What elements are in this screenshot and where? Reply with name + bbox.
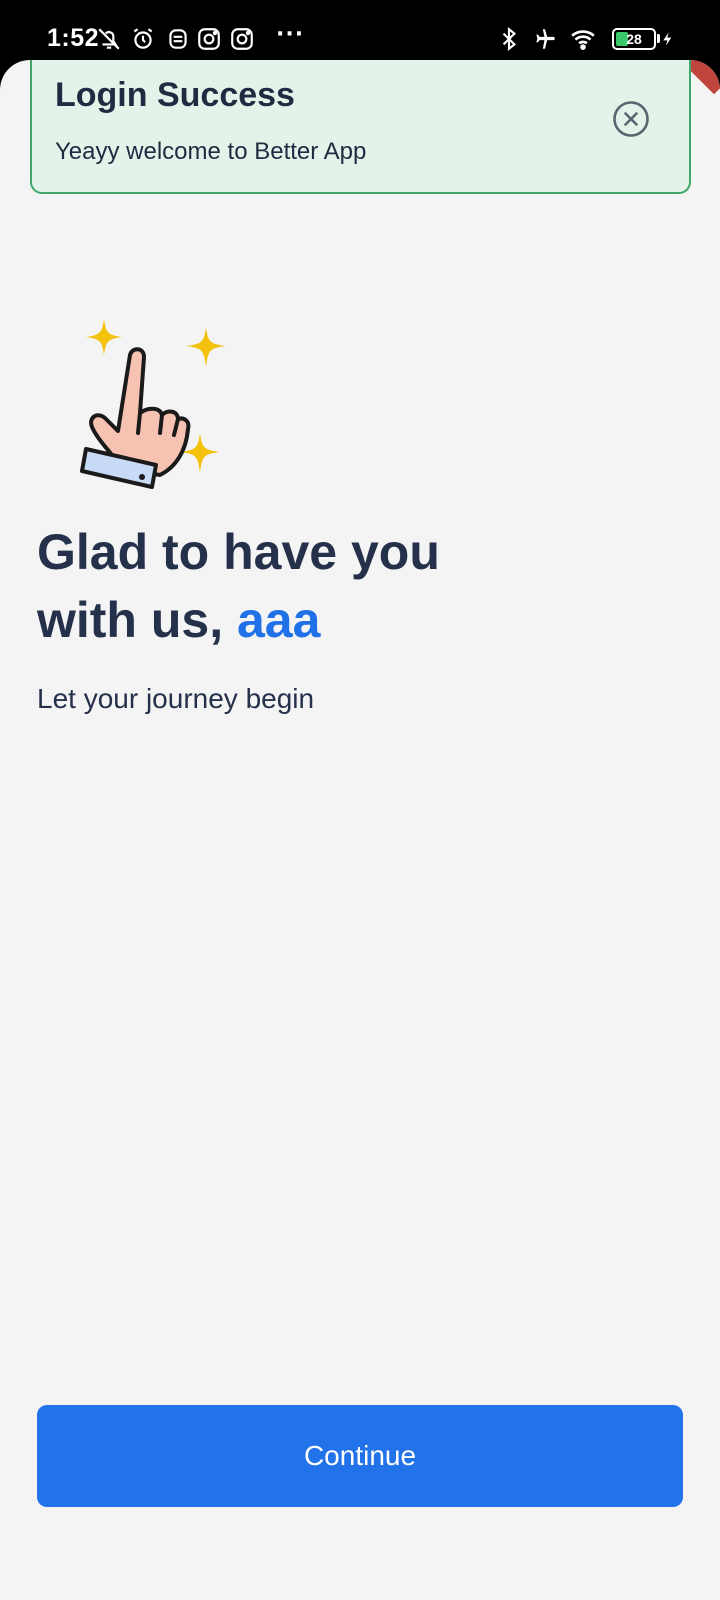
continue-button[interactable]: Continue	[37, 1405, 683, 1507]
heading-prefix: with us,	[37, 592, 237, 648]
pointing-hand-sparkles-icon	[80, 319, 226, 489]
close-circle-icon[interactable]	[612, 100, 650, 138]
bluetooth-icon	[496, 26, 522, 52]
toast-title: Login Success	[55, 76, 295, 114]
login-success-toast: Login Success Yeayy welcome to Better Ap…	[30, 60, 691, 194]
bell-off-icon	[96, 26, 122, 52]
instagram-icon	[229, 26, 255, 52]
charging-icon	[660, 26, 676, 52]
alarm-icon	[130, 26, 156, 52]
battery-level: 28	[626, 31, 642, 47]
heading-line-2: with us, aaa	[37, 586, 657, 654]
app-screen: Login Success Yeayy welcome to Better Ap…	[0, 60, 720, 1600]
toast-message: Yeayy welcome to Better App	[55, 138, 367, 165]
more-notifications-icon: ···	[276, 22, 305, 47]
welcome-heading: Glad to have you with us, aaa	[37, 518, 657, 654]
battery-icon: 28	[612, 28, 656, 50]
instagram-icon	[196, 26, 222, 52]
wifi-icon	[570, 26, 596, 52]
welcome-subtitle: Let your journey begin	[37, 683, 315, 714]
status-time: 1:52	[47, 24, 100, 52]
airplane-icon	[532, 26, 558, 52]
app-icon	[165, 26, 191, 52]
user-name: aaa	[237, 592, 321, 648]
heading-line-1: Glad to have you	[37, 524, 440, 580]
